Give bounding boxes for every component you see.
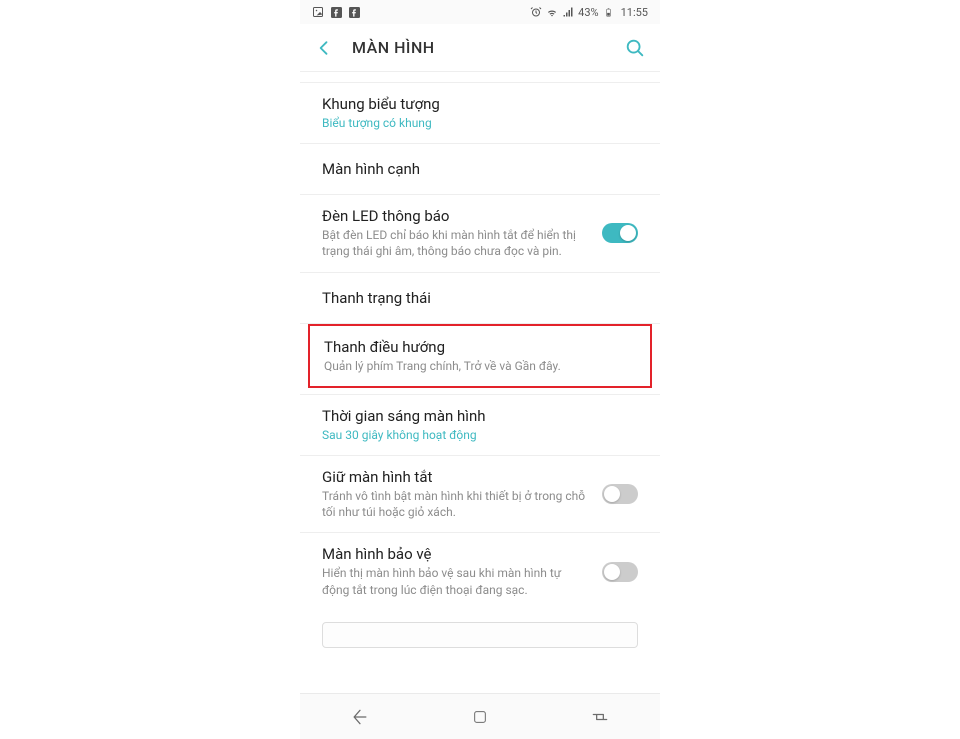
status-bar-right: 43% 11:55 — [530, 6, 648, 19]
setting-icon-frame[interactable]: Khung biểu tượng Biểu tượng có khung — [300, 83, 660, 144]
setting-subtitle: Hiển thị màn hình bảo vệ sau khi màn hìn… — [322, 565, 586, 597]
back-button[interactable] — [314, 38, 334, 58]
setting-screen-saver[interactable]: Màn hình bảo vệ Hiển thị màn hình bảo vệ… — [300, 533, 660, 609]
setting-title: Màn hình cạnh — [322, 160, 638, 178]
signal-icon — [562, 6, 574, 18]
nav-home-button[interactable] — [450, 702, 510, 732]
keep-screen-off-toggle[interactable] — [602, 484, 638, 504]
led-indicator-toggle[interactable] — [602, 223, 638, 243]
setting-title: Khung biểu tượng — [322, 95, 638, 113]
battery-percentage: 43% — [578, 6, 598, 19]
facebook-icon — [348, 6, 360, 18]
setting-subtitle: Bật đèn LED chỉ báo khi màn hình tắt để … — [322, 227, 586, 259]
setting-title: Thanh trạng thái — [322, 289, 638, 307]
setting-subtitle: Sau 30 giây không hoạt động — [322, 427, 638, 443]
status-bar-left — [312, 6, 360, 18]
setting-keep-screen-off[interactable]: Giữ màn hình tắt Tránh vô tình bật màn h… — [300, 456, 660, 533]
setting-title: Màn hình bảo vệ — [322, 545, 586, 563]
setting-subtitle: Quản lý phím Trang chính, Trở về và Gần … — [324, 358, 636, 374]
wifi-icon — [546, 6, 558, 18]
setting-status-bar[interactable]: Thanh trạng thái — [300, 273, 660, 324]
setting-subtitle: Biểu tượng có khung — [322, 115, 638, 131]
search-button[interactable] — [624, 37, 646, 59]
setting-title: Giữ màn hình tắt — [322, 468, 586, 486]
highlight-navigation-bar: Thanh điều hướng Quản lý phím Trang chín… — [308, 324, 652, 388]
nav-recents-button[interactable] — [570, 702, 630, 732]
system-nav-bar — [300, 693, 660, 739]
screen-saver-toggle[interactable] — [602, 562, 638, 582]
truncated-item-top[interactable] — [300, 72, 660, 83]
clock-time: 11:55 — [621, 6, 648, 19]
setting-edge-screen[interactable]: Màn hình cạnh — [300, 144, 660, 195]
setting-led-indicator[interactable]: Đèn LED thông báo Bật đèn LED chỉ báo kh… — [300, 195, 660, 272]
page-title: MÀN HÌNH — [352, 38, 624, 57]
setting-title: Thanh điều hướng — [324, 338, 636, 356]
battery-icon — [603, 6, 615, 18]
partial-item-bottom[interactable] — [322, 622, 638, 648]
setting-navigation-bar[interactable]: Thanh điều hướng Quản lý phím Trang chín… — [310, 326, 650, 386]
setting-title: Đèn LED thông báo — [322, 207, 586, 225]
image-icon — [312, 6, 324, 18]
settings-list: Khung biểu tượng Biểu tượng có khung Màn… — [300, 72, 660, 693]
phone-frame: 43% 11:55 MÀN HÌNH Khung biểu tượng Biểu… — [300, 0, 660, 739]
alarm-icon — [530, 6, 542, 18]
setting-title: Thời gian sáng màn hình — [322, 407, 638, 425]
facebook-icon — [330, 6, 342, 18]
setting-screen-timeout[interactable]: Thời gian sáng màn hình Sau 30 giây khôn… — [300, 395, 660, 456]
nav-back-button[interactable] — [330, 702, 390, 732]
status-bar: 43% 11:55 — [300, 0, 660, 24]
setting-subtitle: Tránh vô tình bật màn hình khi thiết bị … — [322, 488, 586, 520]
app-header: MÀN HÌNH — [300, 24, 660, 72]
